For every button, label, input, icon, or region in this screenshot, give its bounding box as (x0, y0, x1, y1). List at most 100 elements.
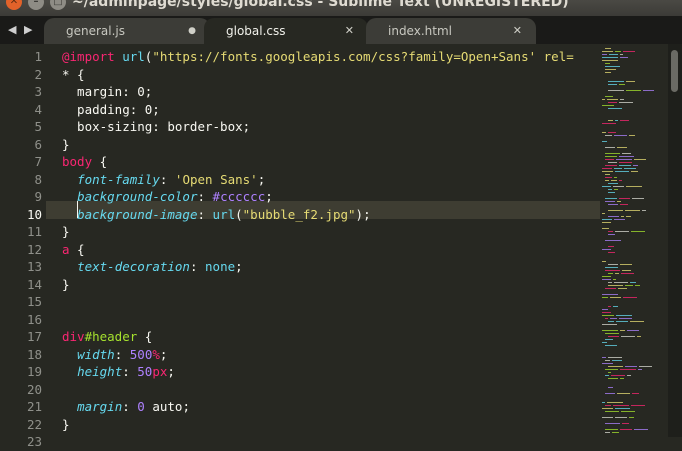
code-token: div (62, 329, 85, 344)
code-line: } (62, 276, 70, 294)
minimap-stroke (605, 153, 620, 154)
code-line: text-decoration: none; (62, 258, 243, 276)
minimap-stroke (621, 273, 634, 274)
minimap-stroke (608, 273, 613, 274)
vertical-scrollbar[interactable] (668, 44, 682, 437)
minimap-stroke (629, 135, 635, 136)
minimap-stroke (602, 123, 616, 124)
minimap-stroke (625, 285, 633, 286)
minimap-stroke (605, 267, 618, 268)
code-token: ; (167, 364, 175, 379)
close-icon[interactable]: ✕ (345, 18, 354, 44)
minimap-stroke (633, 165, 638, 166)
minimap-stroke (605, 429, 618, 430)
code-token: : (189, 259, 206, 274)
minimap-stroke (602, 249, 611, 250)
modified-dot-icon[interactable]: ● (188, 18, 196, 44)
code-line: padding: 0; (62, 101, 160, 119)
minimap-stroke (620, 99, 624, 100)
tab-label: general.js (66, 24, 126, 38)
tab-scroll-left-icon[interactable]: ◀ (8, 23, 16, 37)
minimap-stroke (617, 147, 627, 148)
minimap-stroke (620, 429, 632, 430)
minimap-stroke (602, 228, 609, 229)
minimap-stroke (619, 180, 622, 181)
minimap-stroke (619, 318, 632, 319)
minimap-stroke (602, 105, 614, 106)
minimap-stroke (642, 210, 646, 211)
minimap-stroke (621, 336, 635, 337)
code-token: { (69, 241, 85, 257)
minimap-stroke (632, 198, 644, 199)
minimap-stroke (625, 366, 637, 367)
code-token: margin: 0; (62, 84, 153, 99)
minimap-stroke (607, 402, 623, 403)
code-editor[interactable]: @import url("https://fonts.googleapis.co… (0, 44, 600, 437)
minimap-stroke (631, 405, 645, 406)
minimap-stroke (614, 282, 628, 283)
code-token: #cccccc (212, 189, 266, 204)
minimap-stroke (608, 183, 618, 184)
window-title: ~/adminpage/styles/global.css - Sublime … (72, 0, 569, 10)
minimap-stroke (638, 369, 642, 370)
tab-scroll-right-icon[interactable]: ▶ (24, 23, 32, 37)
minimap-stroke (608, 282, 612, 283)
tab-global-css[interactable]: global.css ✕ (204, 18, 368, 44)
code-token: 500 (129, 346, 153, 362)
code-token: } (62, 416, 70, 432)
minimap-stroke (618, 288, 627, 289)
code-token: width (77, 346, 115, 362)
minimap-stroke (614, 177, 617, 178)
minimap-stroke (626, 90, 641, 91)
minimap-stroke (608, 285, 623, 286)
minimap-stroke (605, 63, 610, 64)
minimap-stroke (620, 369, 636, 370)
window-maximize-button[interactable]: □ (50, 0, 66, 10)
code-token: background-color (77, 189, 198, 204)
code-token: : (197, 206, 213, 222)
minimap-stroke (621, 216, 624, 217)
close-icon[interactable]: ✕ (513, 18, 522, 44)
code-token: ( (235, 206, 243, 222)
code-token: ; (265, 189, 273, 204)
minimap-stroke (602, 309, 608, 310)
tab-index-html[interactable]: index.html ✕ (366, 18, 536, 44)
minimap-stroke (602, 363, 613, 364)
tab-general-js[interactable]: general.js ● (44, 18, 210, 44)
minimap-stroke (602, 408, 613, 409)
minimap-stroke (637, 336, 641, 337)
minimap-stroke (627, 330, 639, 331)
minimap[interactable] (600, 44, 668, 437)
minimap-stroke (608, 189, 612, 190)
minimap-stroke (605, 147, 615, 148)
minimap-stroke (602, 357, 606, 358)
minimap-stroke (602, 99, 605, 100)
minimap-stroke (622, 270, 631, 271)
minimap-stroke (634, 159, 646, 160)
minimap-stroke (608, 252, 615, 253)
minimap-stroke (608, 108, 622, 109)
minimap-stroke (602, 219, 612, 220)
code-token: text-decoration (77, 259, 190, 274)
minimap-stroke (617, 393, 630, 394)
minimap-stroke (608, 336, 619, 337)
code-token: ); (355, 206, 371, 222)
minimap-stroke (619, 162, 632, 163)
minimap-stroke (613, 306, 618, 307)
minimap-stroke (602, 141, 607, 142)
code-line: font-family: 'Open Sans'; (62, 171, 265, 189)
code-token: : (114, 346, 130, 362)
minimap-stroke (605, 165, 617, 166)
scrollbar-thumb[interactable] (671, 50, 678, 92)
code-token: 0 (137, 399, 145, 414)
window-minimize-button[interactable]: – (28, 0, 44, 10)
minimap-stroke (626, 186, 642, 187)
minimap-stroke (620, 54, 623, 55)
minimap-stroke (615, 171, 629, 172)
window-close-button[interactable]: ✕ (6, 0, 22, 10)
minimap-stroke (605, 375, 609, 376)
code-token: { (92, 154, 108, 169)
